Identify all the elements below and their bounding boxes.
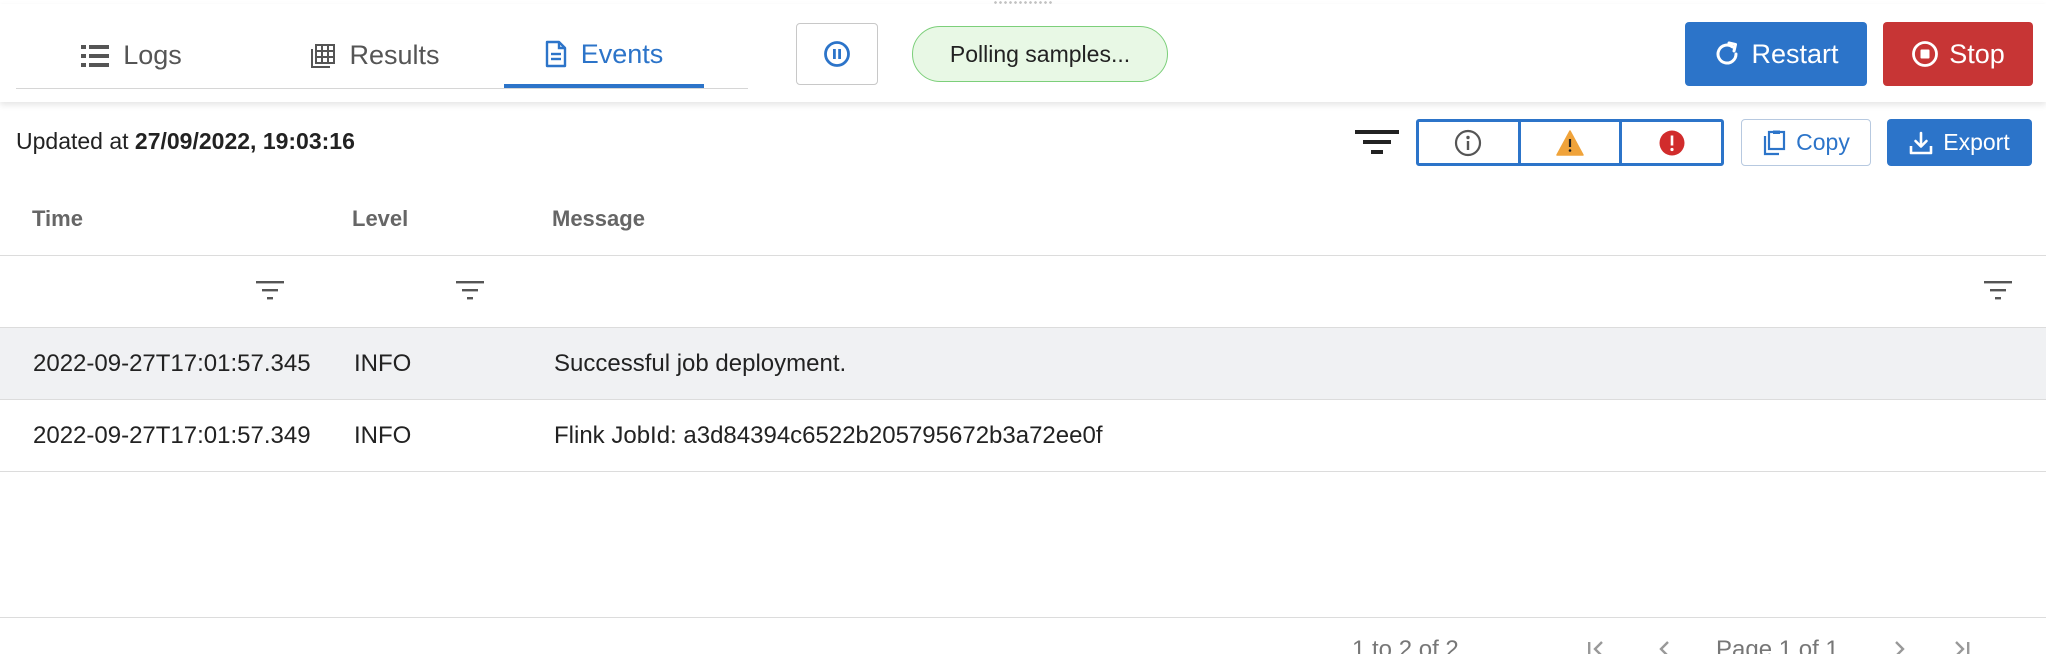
tab-label: Events: [580, 38, 664, 69]
pause-polling-button[interactable]: [796, 23, 878, 85]
copy-icon: [1764, 130, 1786, 155]
warning-icon: [1556, 129, 1584, 156]
info-icon: [1455, 129, 1482, 156]
pager-range: 1 to 2 of 2: [1352, 636, 1459, 654]
updated-prefix: Updated at: [16, 128, 129, 154]
toolbar: Logs Results Events Polling samples... R…: [0, 4, 2046, 102]
next-page-icon[interactable]: [1890, 640, 1908, 654]
header-divider: [0, 255, 2046, 256]
filter-message-icon[interactable]: [1984, 279, 2012, 301]
stop-label: Stop: [1949, 38, 2005, 69]
prev-page-icon[interactable]: [1656, 640, 1674, 654]
filter-time-icon[interactable]: [256, 279, 284, 301]
tab-label: Results: [349, 40, 440, 70]
stop-icon: [1912, 41, 1939, 67]
updated-timestamp: 27/09/2022, 19:03:16: [134, 128, 355, 154]
first-page-icon[interactable]: [1584, 640, 1608, 654]
filter-icon[interactable]: [1355, 128, 1399, 156]
cell-message: Flink JobId: a3d84394c6522b205795672b3a7…: [554, 422, 1103, 449]
pager-page: Page 1 of 1: [1716, 636, 1839, 654]
tab-results[interactable]: Results: [247, 24, 504, 87]
last-page-icon[interactable]: [1950, 640, 1974, 654]
refresh-icon: [1717, 41, 1738, 65]
table-icon: [311, 43, 336, 68]
level-filter-group: [1416, 119, 1724, 166]
column-header-time[interactable]: Time: [32, 206, 83, 232]
tab-events[interactable]: Events: [504, 24, 704, 88]
stop-button[interactable]: Stop: [1883, 22, 2033, 86]
events-panel: Logs Results Events Polling samples... R…: [0, 0, 2046, 654]
tab-bar: Logs Results Events: [16, 24, 748, 89]
column-header-message[interactable]: Message: [552, 206, 645, 232]
export-label: Export: [1943, 129, 2010, 155]
download-icon: [1909, 131, 1933, 154]
column-header-level[interactable]: Level: [352, 206, 408, 232]
cell-time: 2022-09-27T17:01:57.345: [33, 350, 311, 377]
tab-label: Logs: [123, 40, 182, 70]
level-info-toggle[interactable]: [1419, 122, 1521, 163]
pause-icon: [824, 41, 850, 67]
table-row[interactable]: 2022-09-27T17:01:57.349 INFO Flink JobId…: [0, 400, 2046, 471]
cell-level: INFO: [354, 422, 412, 449]
copy-button[interactable]: Copy: [1741, 119, 1871, 166]
cell-level: INFO: [354, 350, 412, 377]
row-divider: [0, 471, 2046, 472]
restart-button[interactable]: Restart: [1685, 22, 1867, 86]
level-warning-toggle[interactable]: [1521, 122, 1623, 163]
status-badge: Polling samples...: [912, 26, 1168, 82]
column-filter-row: [0, 257, 2046, 327]
tab-logs[interactable]: Logs: [16, 24, 247, 87]
copy-label: Copy: [1796, 129, 1850, 155]
pager-divider: [0, 617, 2046, 618]
updated-at: Updated at 27/09/2022, 19:03:16: [16, 128, 355, 155]
level-error-toggle[interactable]: [1622, 122, 1721, 163]
cell-message: Successful job deployment.: [554, 350, 847, 377]
restart-label: Restart: [1751, 38, 1839, 69]
table-row[interactable]: 2022-09-27T17:01:57.345 INFO Successful …: [0, 328, 2046, 399]
error-icon: [1659, 130, 1685, 155]
cell-time: 2022-09-27T17:01:57.349: [33, 422, 311, 449]
filter-level-icon[interactable]: [456, 279, 484, 301]
export-button[interactable]: Export: [1887, 119, 2032, 166]
list-icon: [81, 44, 110, 67]
document-icon: [545, 40, 566, 68]
